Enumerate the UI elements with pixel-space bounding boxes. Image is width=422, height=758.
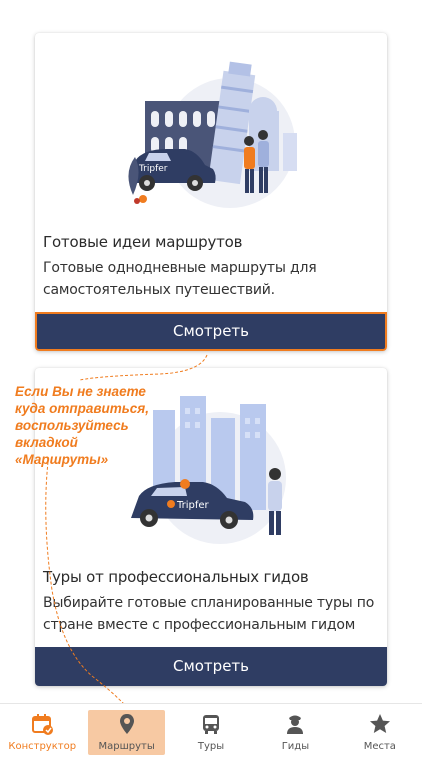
- card-title: Готовые идеи маршрутов: [43, 233, 243, 251]
- calendar-icon: [32, 714, 54, 735]
- tab-tours[interactable]: Туры: [169, 704, 253, 758]
- hint-line: вкладкой: [15, 435, 78, 450]
- tab-places[interactable]: Места: [338, 704, 422, 758]
- routes-hint-text: Если Вы не знаете куда отправиться, восп…: [15, 383, 165, 468]
- tab-label: Гиды: [281, 741, 310, 752]
- route-ideas-card: Tripfer Готовые идеи маршрутов Готовые о…: [35, 33, 387, 351]
- hint-line: куда отправиться,: [15, 401, 149, 416]
- tab-label: Туры: [197, 741, 225, 752]
- card-description: Готовые однодневные маршруты для самосто…: [43, 260, 317, 298]
- tab-label: Места: [363, 741, 396, 752]
- bus-icon: [203, 715, 220, 734]
- tab-label: Конструктор: [8, 741, 77, 752]
- card-description: Выбирайте готовые спланированные туры по…: [43, 595, 375, 633]
- tab-guides[interactable]: Гиды: [253, 704, 337, 758]
- tab-constructor[interactable]: Конструктор: [0, 704, 84, 758]
- hint-line: воспользуйтесь: [15, 418, 129, 433]
- card-title: Туры от профессиональных гидов: [43, 568, 309, 586]
- car-brand-text: Tripfer: [176, 500, 210, 511]
- car-brand-text: Tripfer: [138, 164, 168, 174]
- view-routes-button[interactable]: Смотреть: [35, 312, 387, 351]
- tab-label: Маршруты: [98, 741, 155, 752]
- route-ideas-illustration: Tripfer: [128, 61, 297, 208]
- hint-line: Если Вы не знаете: [15, 384, 146, 399]
- bottom-tab-bar: Конструктор Маршруты Туры Гиды Места: [0, 703, 422, 758]
- tab-routes[interactable]: Маршруты: [84, 704, 168, 758]
- star-icon: [369, 714, 390, 733]
- map-pin-icon: [119, 714, 134, 734]
- guide-icon: [287, 715, 304, 734]
- view-tours-button[interactable]: Смотреть: [35, 647, 387, 686]
- hint-line: «Маршруты»: [15, 452, 109, 467]
